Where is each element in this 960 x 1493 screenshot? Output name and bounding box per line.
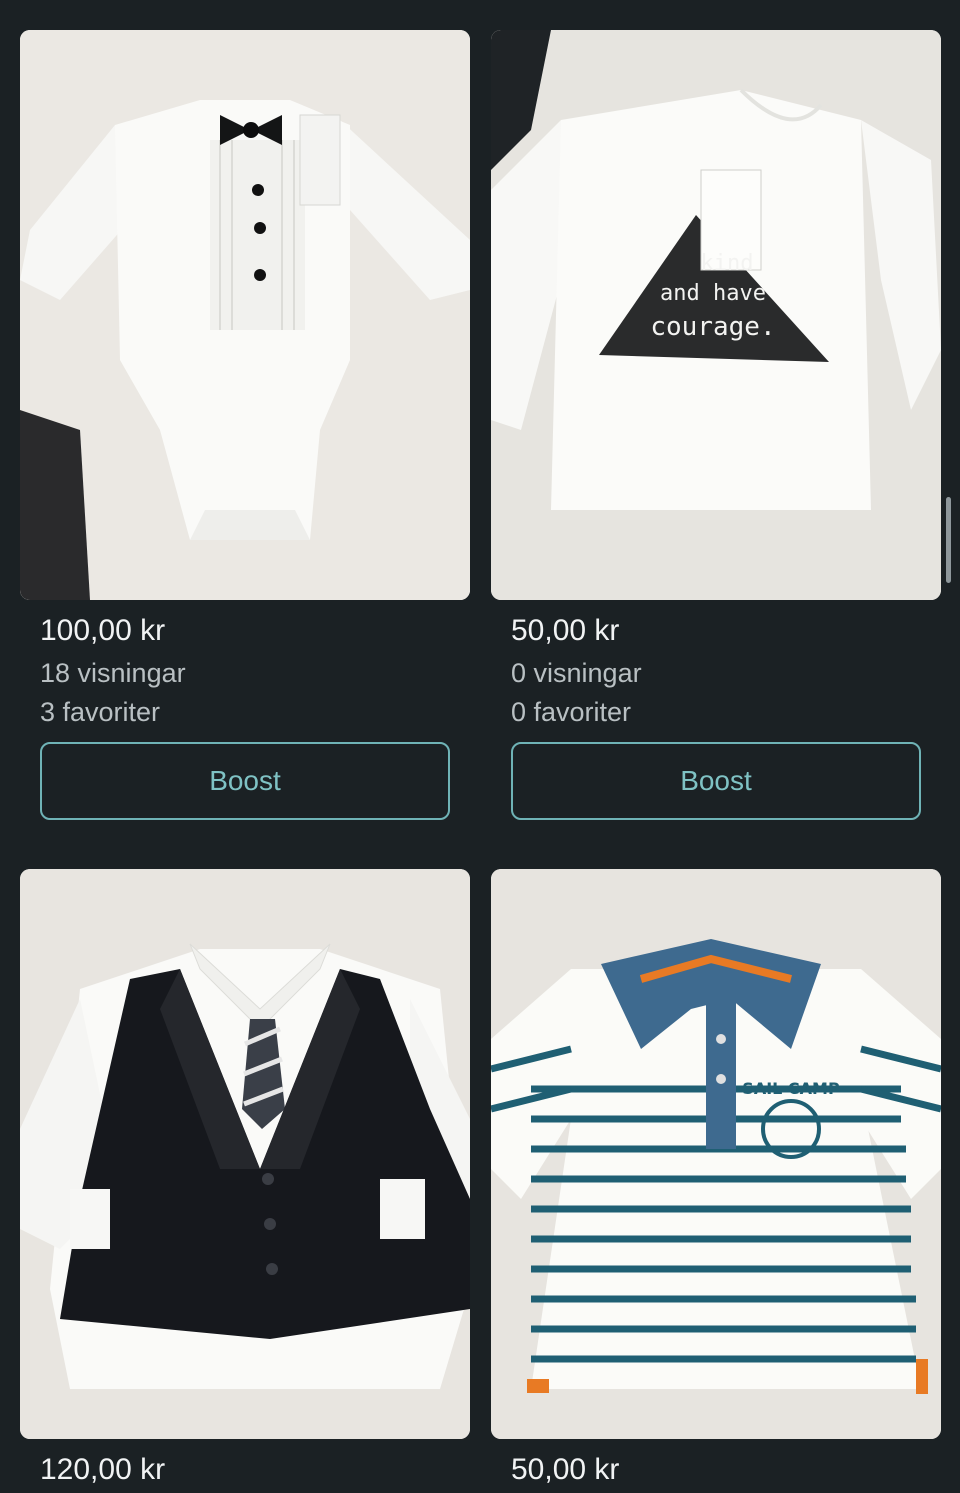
listing-favorites: 3 favoriter — [40, 697, 161, 727]
listing-price: 50,00 kr — [511, 1453, 620, 1486]
listing-photo[interactable] — [20, 30, 470, 600]
listing-price: 50,00 kr — [511, 614, 620, 647]
kind-courage-shirt-photo: kind and have courage. — [491, 30, 941, 600]
listing-grid: 100,00 kr 18 visningar 3 favoriter Boost… — [0, 0, 960, 1493]
shirt-print-line-2: and have — [660, 281, 766, 306]
listing-photo[interactable]: SAIL CAMP — [491, 869, 941, 1439]
listing-photo[interactable] — [20, 869, 470, 1439]
boost-button[interactable]: Boost — [40, 742, 450, 820]
scrollbar[interactable] — [946, 497, 951, 583]
listing-photo[interactable]: kind and have courage. — [491, 30, 941, 600]
shirt-print-line-1: kind — [701, 251, 754, 276]
listing-views: 0 visningar — [511, 658, 642, 688]
listing-views: 18 visningar — [40, 658, 186, 688]
listing-price: 100,00 kr — [40, 614, 166, 647]
striped-polo-photo: SAIL CAMP — [491, 869, 941, 1439]
shirt-vest-set-photo — [20, 869, 470, 1439]
tuxedo-bodysuit-photo — [20, 30, 470, 600]
polo-badge-text: SAIL CAMP — [742, 1079, 840, 1098]
listing-price: 120,00 kr — [40, 1453, 166, 1486]
listing-favorites: 0 favoriter — [511, 697, 632, 727]
boost-button[interactable]: Boost — [511, 742, 921, 820]
shirt-print-line-3: courage. — [650, 312, 775, 342]
